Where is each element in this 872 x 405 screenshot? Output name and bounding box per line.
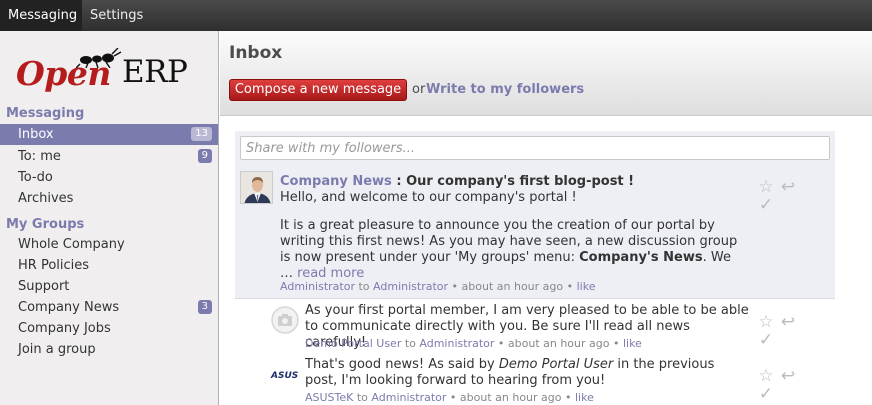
page-title: Inbox [229, 43, 283, 63]
main-header: Inbox Compose a new message or Write to … [220, 31, 872, 116]
sidebar-item-label: Join a group [18, 342, 96, 357]
star-icon[interactable]: ☆ [757, 313, 775, 331]
message-header: Company News : Our company's first blog-… [280, 174, 634, 189]
share-with-followers-input[interactable] [240, 136, 830, 160]
message-body: It is a great pleasure to announce you t… [280, 218, 750, 282]
message-author-link[interactable]: Company News [280, 174, 392, 189]
meta-to-text: to [401, 337, 420, 350]
sidebar-item-company-news[interactable]: Company News 3 [0, 297, 218, 318]
asus-logo-text: ASUS [270, 371, 298, 381]
sidebar-item-label: Support [18, 279, 70, 294]
meta-time-text: • about an hour ago • [446, 391, 575, 404]
ellipsis: … [280, 266, 298, 281]
sidebar-item-join-group[interactable]: Join a group [0, 339, 218, 360]
check-icon[interactable]: ✓ [757, 331, 775, 349]
sidebar-item-inbox[interactable]: Inbox 13 [0, 124, 218, 145]
sidebar: Open ERP Messaging Inbox 13 To: me 9 To-… [0, 31, 219, 405]
ant-icon [76, 48, 122, 68]
author-avatar[interactable] [240, 171, 273, 204]
body-text: That's good news! As said by [305, 357, 499, 372]
sidebar-item-todo[interactable]: To-do [0, 167, 218, 188]
reply-body: That's good news! As said by Demo Portal… [305, 357, 750, 389]
meta-author-link[interactable]: Demo Portal User [305, 337, 401, 350]
sidebar-item-label: Inbox [18, 127, 54, 142]
messaging-section-title: Messaging [6, 106, 85, 121]
like-link[interactable]: like [623, 337, 642, 350]
sidebar-item-company-jobs[interactable]: Company Jobs [0, 318, 218, 339]
check-icon[interactable]: ✓ [757, 385, 775, 403]
company-avatar[interactable]: ASUS [270, 363, 300, 393]
sidebar-item-whole-company[interactable]: Whole Company [0, 234, 218, 255]
reply-message: As your first portal member, I am very p… [270, 303, 835, 351]
sidebar-item-hr-policies[interactable]: HR Policies [0, 255, 218, 276]
sidebar-item-label: To-do [18, 170, 53, 185]
body-italic-text: Demo Portal User [498, 357, 614, 372]
meta-time-text: • about an hour ago • [494, 337, 623, 350]
meta-recipient-link[interactable]: Administrator [419, 337, 494, 350]
message-actions: ☆ ↩✓ [757, 367, 817, 403]
sidebar-item-label: HR Policies [18, 258, 90, 273]
meta-to-text: to [353, 391, 372, 404]
or-text: or [412, 82, 426, 97]
meta-to-text: to [355, 280, 374, 293]
sidebar-item-label: Company Jobs [18, 321, 111, 336]
message-actions: ☆ ↩✓ [757, 178, 817, 214]
reply-message: ASUS That's good news! As said by Demo P… [270, 357, 835, 405]
menu-tab-messaging[interactable]: Messaging [0, 0, 82, 31]
message-meta: Demo Portal User to Administrator • abou… [305, 337, 642, 350]
message-meta: ASUSTeK to Administrator • about an hour… [305, 391, 594, 404]
default-avatar[interactable] [270, 305, 300, 335]
person-photo-icon [241, 172, 272, 203]
sidebar-item-support[interactable]: Support [0, 276, 218, 297]
read-more-link[interactable]: read more [297, 266, 364, 281]
top-menu-bar: Messaging Settings [0, 0, 872, 31]
message-greeting: Hello, and welcome to our company's port… [280, 190, 577, 205]
sidebar-item-label: To: me [18, 149, 61, 164]
meta-author-link[interactable]: Administrator [280, 280, 355, 293]
sidebar-item-label: Company News [18, 300, 120, 315]
star-icon[interactable]: ☆ [757, 367, 775, 385]
message-subject: Our company's first blog-post ! [406, 174, 635, 189]
sidebar-item-label: Whole Company [18, 237, 125, 252]
like-link[interactable]: like [575, 391, 594, 404]
meta-author-link[interactable]: ASUSTeK [305, 391, 353, 404]
unread-count-badge: 9 [197, 149, 212, 163]
reply-icon[interactable]: ↩ [779, 178, 797, 196]
header-separator: : [391, 174, 407, 189]
logo-text-erp: ERP [122, 54, 188, 90]
star-icon[interactable]: ☆ [757, 178, 775, 196]
sidebar-item-archives[interactable]: Archives [0, 188, 218, 209]
unread-count-badge: 3 [197, 300, 212, 314]
body-text: . We [702, 250, 731, 265]
unread-count-badge: 13 [191, 127, 212, 141]
menu-tab-settings[interactable]: Settings [82, 0, 148, 31]
reply-icon[interactable]: ↩ [779, 313, 797, 331]
camera-placeholder-icon [271, 306, 299, 334]
meta-recipient-link[interactable]: Administrator [373, 280, 448, 293]
meta-time-text: • about an hour ago • [448, 280, 577, 293]
sidebar-item-label: Archives [18, 191, 74, 206]
composer-box [235, 131, 835, 166]
reply-icon[interactable]: ↩ [779, 367, 797, 385]
like-link[interactable]: like [577, 280, 596, 293]
sidebar-item-to-me[interactable]: To: me 9 [0, 146, 218, 167]
compose-message-button[interactable]: Compose a new message [229, 79, 407, 101]
message-actions: ☆ ↩✓ [757, 313, 817, 349]
my-groups-section-title: My Groups [6, 217, 85, 232]
openerp-logo[interactable]: Open ERP [16, 48, 206, 98]
write-to-followers-link[interactable]: Write to my followers [426, 82, 584, 97]
message-thread-main: Company News : Our company's first blog-… [235, 166, 835, 299]
meta-recipient-link[interactable]: Administrator [371, 391, 446, 404]
body-bold-text: Company's News [579, 250, 703, 265]
message-meta: Administrator to Administrator • about a… [280, 280, 595, 293]
asus-logo-icon: ASUS [270, 371, 298, 381]
check-icon[interactable]: ✓ [757, 196, 775, 214]
